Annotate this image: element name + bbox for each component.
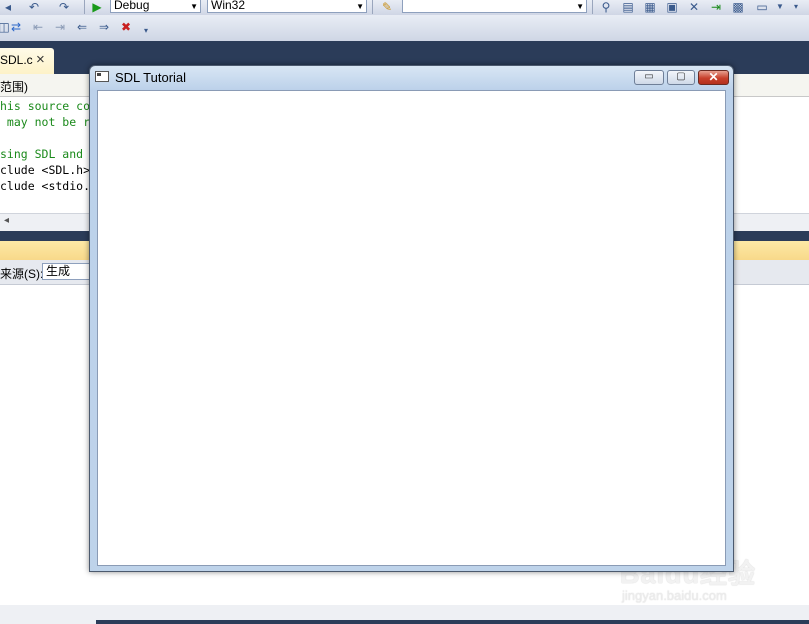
solution-config-combo[interactable]: Debug ▼ <box>110 0 201 13</box>
toolbox-icon[interactable]: ▣ <box>664 0 680 14</box>
chevron-down-icon: ▼ <box>190 2 198 11</box>
bookmark-next-icon[interactable]: ⇄ <box>8 20 24 34</box>
scope-label[interactable]: 范围) <box>0 78 28 95</box>
minimize-icon: ▭ <box>644 71 654 82</box>
minimize-button[interactable]: ▭ <box>634 70 664 85</box>
solution-config-value: Debug <box>114 0 150 12</box>
undo-icon[interactable]: ↶ <box>26 0 42 14</box>
toolbar-separator <box>84 0 85 14</box>
maximize-button[interactable]: ▢ <box>667 70 695 85</box>
toolbar-options-icon[interactable]: ▾ <box>138 24 154 38</box>
bookmark-prev-file-icon[interactable]: ⇤ <box>30 20 46 34</box>
tab-label: SDL.c <box>0 53 33 67</box>
platform-value: Win32 <box>211 0 246 12</box>
code-line: may not be r <box>0 115 91 129</box>
app-window-icon[interactable] <box>95 71 109 82</box>
tools-icon[interactable]: ✕ <box>686 0 702 14</box>
find-combo[interactable]: ▼ <box>402 0 587 13</box>
close-icon: ✕ <box>708 70 719 84</box>
standard-toolbar: ◂ ↶ ↷ ▶ Debug ▼ Win32 ▼ ✎ ▼ ⚲ ▤ ▦ ▣ ✕ ⇥ … <box>0 0 809 16</box>
chevron-down-icon[interactable]: ▼ <box>772 0 788 14</box>
chevron-down-icon: ▼ <box>356 2 364 11</box>
text-editor-toolbar: ◫ ⇄ ⇤ ⇥ ⇐ ⇒ ✖ ▾ <box>0 15 809 42</box>
code-line: clude <stdio. <box>0 179 91 193</box>
platform-combo[interactable]: Win32 ▼ <box>207 0 367 13</box>
find-symbol-icon[interactable]: ⚲ <box>598 0 614 14</box>
maximize-icon: ▢ <box>676 71 686 82</box>
find-in-files-icon[interactable]: ✎ <box>379 0 395 14</box>
sdl-tutorial-window[interactable]: SDL Tutorial ▭ ▢ ✕ <box>89 65 734 572</box>
tab-sdl-c[interactable]: SDL.c × <box>0 48 54 74</box>
window-title: SDL Tutorial <box>115 70 187 85</box>
bookmark-next-file-icon[interactable]: ⇥ <box>52 20 68 34</box>
clear-bookmarks-icon[interactable]: ✖ <box>118 20 134 34</box>
bottom-tab-well <box>96 620 809 624</box>
code-line: clude <SDL.h> <box>0 163 91 177</box>
redo-icon[interactable]: ↷ <box>56 0 72 14</box>
code-line: sing SDL and <box>0 147 84 161</box>
close-icon[interactable]: × <box>36 51 45 68</box>
watermark-url: jingyan.baidu.com <box>622 588 727 603</box>
toolbar-options-icon[interactable]: ▾ <box>788 0 804 14</box>
window-titlebar[interactable]: SDL Tutorial ▭ ▢ ✕ <box>90 66 733 90</box>
nav-back-icon[interactable]: ◂ <box>0 0 16 14</box>
code-line: his source co <box>0 99 91 113</box>
properties-icon[interactable]: ▤ <box>620 0 636 14</box>
chevron-down-icon: ▼ <box>576 2 584 11</box>
bookmark-next-folder-icon[interactable]: ⇒ <box>96 20 112 34</box>
start-debugging-icon[interactable]: ▶ <box>89 0 105 14</box>
bookmark-prev-folder-icon[interactable]: ⇐ <box>74 20 90 34</box>
scroll-left-icon[interactable]: ◂ <box>4 215 9 226</box>
toolbar-separator <box>372 0 373 14</box>
output-source-label: 来源(S): <box>0 267 44 281</box>
class-view-icon[interactable]: ▩ <box>730 0 746 14</box>
window-icon[interactable]: ▭ <box>754 0 770 14</box>
close-button[interactable]: ✕ <box>698 70 729 85</box>
ide-screen: ◂ ↶ ↷ ▶ Debug ▼ Win32 ▼ ✎ ▼ ⚲ ▤ ▦ ▣ ✕ ⇥ … <box>0 0 809 624</box>
object-browser-icon[interactable]: ▦ <box>642 0 658 14</box>
output-source-value: 生成 <box>46 264 71 278</box>
window-client-area[interactable] <box>97 90 726 566</box>
toolbar-separator <box>592 0 593 14</box>
start-page-icon[interactable]: ⇥ <box>708 0 724 14</box>
